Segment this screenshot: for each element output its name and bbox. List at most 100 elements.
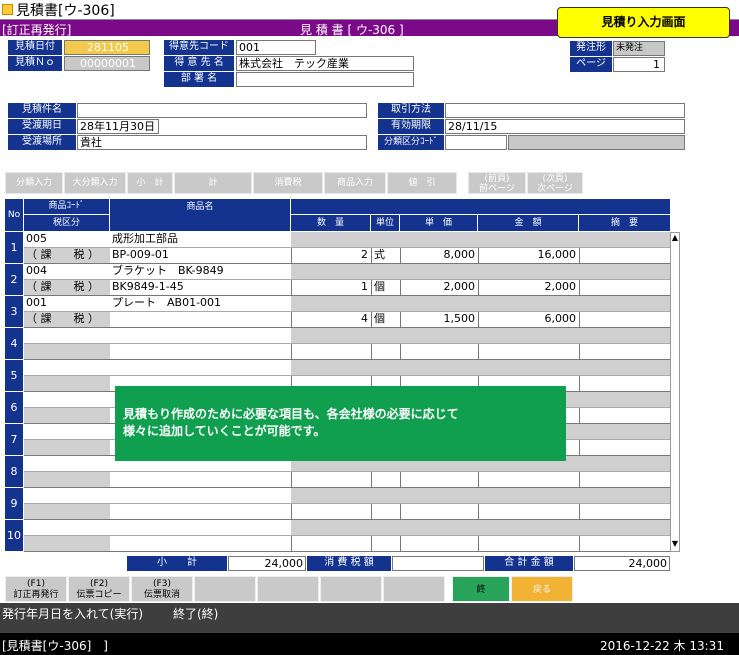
row-qty[interactable]: 1 — [291, 280, 370, 295]
place-field[interactable]: 貴社 — [77, 135, 367, 150]
scroll-down-icon[interactable]: ▼ — [671, 539, 679, 551]
f3-cancel-button[interactable]: (F3) 伝票取消 — [131, 576, 193, 602]
row-name2[interactable]: BK9849-1-45 — [110, 280, 291, 295]
row-name1[interactable] — [110, 328, 291, 343]
f7-empty-button[interactable] — [383, 576, 445, 602]
row-price[interactable] — [400, 536, 477, 551]
f4-empty-button[interactable] — [194, 576, 256, 602]
row-price[interactable]: 2,000 — [400, 280, 477, 295]
row-qty[interactable] — [291, 504, 370, 519]
row-tax[interactable] — [24, 440, 110, 455]
row-code[interactable] — [24, 392, 110, 407]
row-amount[interactable]: 6,000 — [478, 312, 578, 327]
row-unit[interactable] — [371, 504, 399, 519]
row-qty[interactable] — [291, 344, 370, 359]
row-price[interactable]: 1,500 — [400, 312, 477, 327]
tax-button[interactable]: 消費税 — [253, 172, 323, 194]
row-name1[interactable] — [110, 488, 291, 503]
method-field[interactable] — [445, 103, 685, 118]
row-price[interactable] — [400, 344, 477, 359]
row-memo[interactable] — [579, 344, 670, 359]
row-name1[interactable]: 成形加工部品 — [110, 232, 291, 247]
date-field[interactable]: 281105 — [64, 40, 150, 55]
row-tax[interactable] — [24, 408, 110, 423]
row-unit[interactable] — [371, 536, 399, 551]
cust-code-field[interactable]: 001 — [236, 40, 316, 55]
row-qty[interactable] — [291, 472, 370, 487]
row-amount[interactable]: 2,000 — [478, 280, 578, 295]
row-name2[interactable] — [110, 312, 291, 327]
scroll-up-icon[interactable]: ▲ — [671, 233, 679, 245]
row-tax[interactable]: （ 課 税 ） — [24, 248, 110, 263]
row-amount[interactable]: 16,000 — [478, 248, 578, 263]
row-unit[interactable]: 式 — [371, 248, 399, 263]
row-qty[interactable] — [291, 536, 370, 551]
row-memo[interactable] — [579, 312, 670, 327]
f5-empty-button[interactable] — [257, 576, 319, 602]
row-tax[interactable] — [24, 536, 110, 551]
category-input-button[interactable]: 分類入力 — [5, 172, 63, 194]
type-field[interactable]: 未発注 — [613, 41, 665, 56]
dept-field[interactable] — [236, 72, 414, 87]
row-qty[interactable]: 2 — [291, 248, 370, 263]
row-memo[interactable] — [579, 280, 670, 295]
row-unit[interactable] — [371, 472, 399, 487]
row-unit[interactable] — [371, 344, 399, 359]
row-code[interactable] — [24, 360, 110, 375]
row-memo[interactable] — [579, 472, 670, 487]
row-name1[interactable] — [110, 520, 291, 535]
row-tax[interactable] — [24, 344, 110, 359]
delivery-field[interactable]: 28年11月30日 — [77, 119, 159, 134]
row-name2[interactable] — [110, 504, 291, 519]
subject-field[interactable] — [77, 103, 367, 118]
row-name2[interactable] — [110, 536, 291, 551]
row-name1[interactable]: ブラケット BK-9849 — [110, 264, 291, 279]
row-amount[interactable] — [478, 504, 578, 519]
row-tax[interactable] — [24, 376, 110, 391]
row-code[interactable]: 004 — [24, 264, 110, 279]
subtotal-button[interactable]: 小 計 — [127, 172, 173, 194]
f6-empty-button[interactable] — [320, 576, 382, 602]
row-price[interactable] — [400, 504, 477, 519]
row-name2[interactable]: BP-009-01 — [110, 248, 291, 263]
row-code[interactable] — [24, 328, 110, 343]
row-tax[interactable]: （ 課 税 ） — [24, 312, 110, 327]
product-input-button[interactable]: 商品入力 — [324, 172, 386, 194]
row-amount[interactable] — [478, 344, 578, 359]
row-tax[interactable] — [24, 504, 110, 519]
row-qty[interactable]: 4 — [291, 312, 370, 327]
row-code[interactable]: 005 — [24, 232, 110, 247]
end-button[interactable]: 終 — [452, 576, 510, 602]
row-tax[interactable] — [24, 472, 110, 487]
discount-button[interactable]: 値 引 — [387, 172, 457, 194]
row-unit[interactable]: 個 — [371, 312, 399, 327]
row-memo[interactable] — [579, 408, 670, 423]
row-name1[interactable]: プレート AB01-001 — [110, 296, 291, 311]
next-page-button[interactable]: (次頁) 次ページ — [527, 172, 583, 194]
row-unit[interactable]: 個 — [371, 280, 399, 295]
row-tax[interactable]: （ 課 税 ） — [24, 280, 110, 295]
grid-scrollbar[interactable]: ▲ ▼ — [670, 232, 680, 552]
row-name1[interactable] — [110, 360, 291, 375]
cust-name-field[interactable]: 株式会社 テック産業 — [236, 56, 414, 71]
row-name2[interactable] — [110, 472, 291, 487]
f2-copy-button[interactable]: (F2) 伝票コピー — [68, 576, 130, 602]
major-category-button[interactable]: 大分類入力 — [64, 172, 126, 194]
row-code[interactable] — [24, 424, 110, 439]
row-code[interactable] — [24, 488, 110, 503]
row-price[interactable] — [400, 472, 477, 487]
row-memo[interactable] — [579, 536, 670, 551]
back-button[interactable]: 戻る — [511, 576, 573, 602]
row-code[interactable]: 001 — [24, 296, 110, 311]
row-memo[interactable] — [579, 504, 670, 519]
cat-code-field[interactable] — [445, 135, 507, 150]
row-amount[interactable] — [478, 536, 578, 551]
expiry-field[interactable]: 28/11/15 — [445, 119, 685, 134]
row-memo[interactable] — [579, 248, 670, 263]
total-button[interactable]: 計 — [174, 172, 252, 194]
row-memo[interactable] — [579, 376, 670, 391]
prev-page-button[interactable]: (前頁) 前ページ — [468, 172, 526, 194]
row-amount[interactable] — [478, 472, 578, 487]
f1-reissue-button[interactable]: (F1) 訂正再発行 — [5, 576, 67, 602]
row-price[interactable]: 8,000 — [400, 248, 477, 263]
